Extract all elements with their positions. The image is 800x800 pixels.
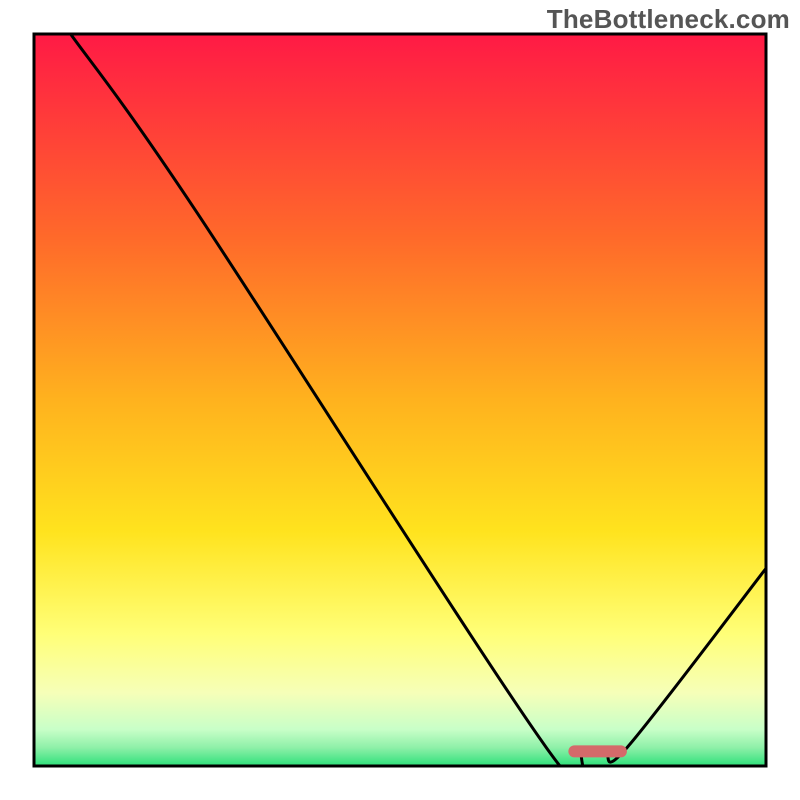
chart-svg [0, 0, 800, 800]
watermark-text: TheBottleneck.com [547, 4, 790, 35]
plot-background [34, 34, 766, 766]
optimum-marker [568, 745, 627, 757]
